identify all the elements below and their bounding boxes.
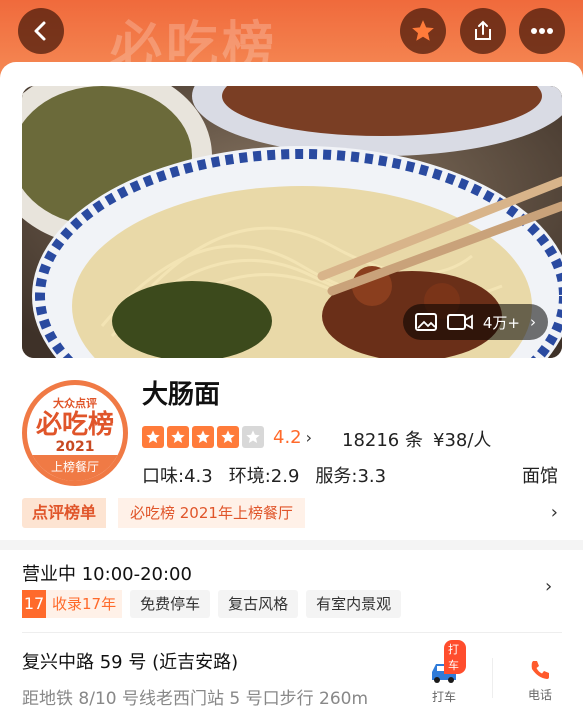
photo-icon: [414, 313, 437, 331]
years-label: 收录17年: [46, 590, 123, 618]
metro-distance: 距地铁 8/10 号线老西门站 5 号口步行 260m: [22, 689, 369, 709]
hero-photo[interactable]: 4万+ ›: [22, 86, 562, 358]
taxi-button[interactable]: 打车 打车: [422, 640, 466, 706]
favorite-button[interactable]: [400, 8, 446, 54]
phone-label: 电话: [527, 688, 552, 702]
rating-row[interactable]: 4.2 ›: [142, 424, 312, 450]
business-hours[interactable]: 营业中 10:00-20:00: [22, 560, 192, 586]
phone-button[interactable]: 电话: [520, 658, 560, 708]
rating-star: [192, 426, 214, 448]
section-divider: [0, 540, 583, 550]
badge-strip: 上榜餐厅: [27, 455, 123, 481]
media-count: 4万+: [482, 313, 520, 332]
rating-star: [167, 426, 189, 448]
chevron-right-icon: ›: [305, 427, 313, 447]
ranking-row[interactable]: 点评榜单 必吃榜 2021年上榜餐厅 ›: [22, 498, 562, 528]
share-icon: [475, 20, 491, 40]
star-icon: [412, 20, 434, 41]
years-number: 17: [22, 590, 46, 618]
share-button[interactable]: [460, 8, 506, 54]
tag-retro-style: 复古风格: [218, 590, 299, 618]
ranking-tag: 点评榜单: [22, 498, 107, 528]
star-rating: [142, 426, 267, 448]
years-badge: 17 收录17年: [22, 590, 123, 618]
back-button[interactable]: [18, 8, 64, 54]
address[interactable]: 复兴中路 59 号 (近吉安路): [22, 648, 238, 674]
rating-value: 4.2: [273, 426, 302, 448]
more-button[interactable]: [519, 8, 565, 54]
video-icon: [446, 314, 473, 330]
shop-name: 大肠面: [142, 380, 221, 410]
feature-tags: 17 收录17年 免费停车 复古风格 有室内景观: [22, 590, 402, 618]
shop-card: 4万+ › 大众点评 必吃榜 2021 上榜餐厅 大肠面 4.2 › 18216…: [0, 62, 583, 726]
shop-category: 面馆: [522, 466, 558, 487]
chevron-right-icon: ›: [530, 313, 536, 331]
avg-price: ¥38/人: [433, 430, 492, 451]
divider: [22, 632, 562, 633]
phone-icon: [531, 661, 549, 679]
more-icon: [531, 28, 553, 34]
taxi-badge: 打车: [444, 640, 466, 674]
tag-indoor-view: 有室内景观: [306, 590, 402, 618]
media-gallery-button[interactable]: 4万+ ›: [402, 304, 548, 340]
action-separator: [492, 658, 493, 698]
score-environment: 环境:2.9: [228, 466, 300, 487]
badge-top-text: 大众点评: [53, 397, 97, 410]
rating-star: [142, 426, 164, 448]
badge-main-text: 必吃榜: [35, 410, 114, 440]
chevron-right-icon: ›: [550, 502, 558, 523]
rating-star: [217, 426, 239, 448]
rating-star: [242, 426, 264, 448]
score-service: 服务:3.3: [315, 466, 387, 487]
tag-free-parking: 免费停车: [130, 590, 211, 618]
taxi-label: 打车: [431, 690, 456, 704]
chevron-left-icon: [34, 21, 46, 41]
score-taste: 口味:4.3: [142, 466, 213, 487]
badge-year: 2021: [55, 439, 95, 455]
ranking-text: 必吃榜 2021年上榜餐厅: [118, 498, 305, 528]
chevron-right-icon[interactable]: ›: [545, 576, 552, 597]
sub-scores: 口味:4.3 环境:2.9 服务:3.3: [142, 462, 386, 488]
must-eat-badge: 大众点评 必吃榜 2021 上榜餐厅: [22, 380, 128, 486]
review-count[interactable]: 18216 条: [342, 426, 423, 452]
